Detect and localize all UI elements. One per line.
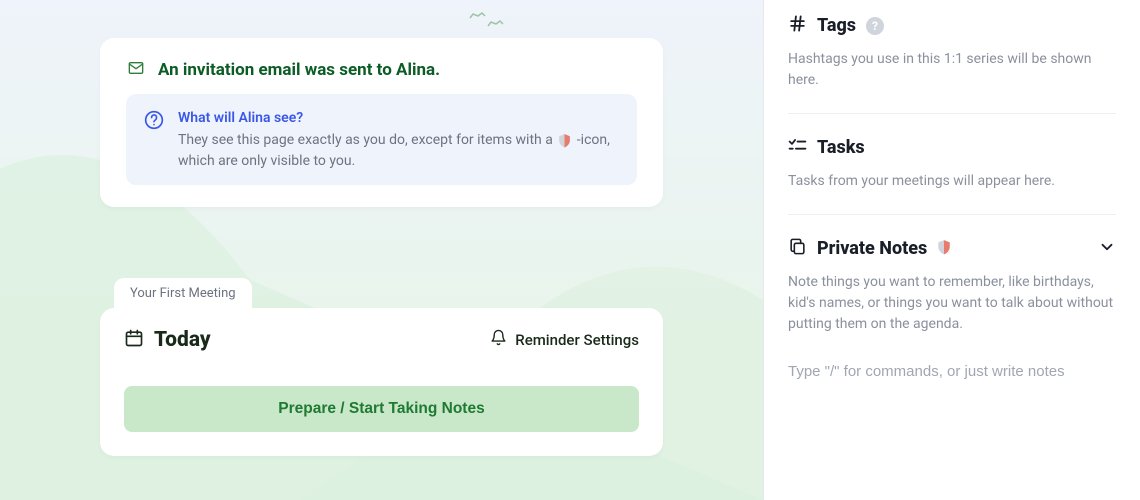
calendar-icon (124, 328, 144, 352)
info-body-pre: They see this page exactly as you do, ex… (178, 132, 556, 148)
meeting-top-row: Today Reminder Settings (124, 328, 639, 352)
reminder-settings-link[interactable]: Reminder Settings (490, 329, 639, 350)
invite-header-text: An invitation email was sent to Alina. (158, 60, 440, 80)
shield-icon (937, 239, 951, 259)
meeting-tab[interactable]: Your First Meeting (114, 278, 252, 309)
prepare-start-notes-button[interactable]: Prepare / Start Taking Notes (124, 386, 639, 432)
private-notes-section: Private Notes Note things you want to re… (788, 215, 1116, 402)
info-box-content: What will Alina see? They see this page … (178, 108, 619, 171)
hashtag-icon (788, 14, 807, 37)
private-description: Note things you want to remember, like b… (788, 272, 1116, 335)
tasks-header: Tasks (788, 136, 1116, 159)
main-area: An invitation email was sent to Alina. W… (0, 0, 763, 500)
invite-card: An invitation email was sent to Alina. W… (100, 38, 663, 207)
private-notes-input[interactable] (788, 363, 1116, 380)
info-box: What will Alina see? They see this page … (126, 94, 637, 185)
help-icon[interactable]: ? (866, 17, 884, 35)
checklist-icon (788, 136, 807, 159)
sidebar: Tags ? Hashtags you use in this 1:1 seri… (763, 0, 1140, 500)
tags-title: Tags (817, 15, 856, 36)
tags-header: Tags ? (788, 14, 1116, 37)
meeting-title: Today (154, 328, 211, 352)
private-header-row[interactable]: Private Notes (788, 237, 1116, 260)
reminder-label: Reminder Settings (515, 331, 639, 349)
copy-icon (788, 237, 807, 260)
question-circle-icon (144, 110, 164, 134)
meeting-card-wrap: Your First Meeting Today Reminder Settin… (100, 277, 663, 456)
shield-icon (558, 133, 571, 148)
tags-description: Hashtags you use in this 1:1 series will… (788, 49, 1116, 91)
info-box-title[interactable]: What will Alina see? (178, 108, 619, 128)
chevron-down-icon[interactable] (1098, 238, 1116, 260)
meeting-card: Today Reminder Settings Prepare / Start … (100, 308, 663, 456)
tasks-title: Tasks (817, 137, 865, 158)
bell-icon (490, 329, 507, 350)
private-header: Private Notes (788, 237, 951, 260)
tasks-description: Tasks from your meetings will appear her… (788, 171, 1116, 192)
tags-section: Tags ? Hashtags you use in this 1:1 seri… (788, 0, 1116, 114)
tasks-section: Tasks Tasks from your meetings will appe… (788, 114, 1116, 215)
envelope-icon (126, 60, 146, 80)
invite-header: An invitation email was sent to Alina. (126, 60, 637, 80)
meeting-title-wrap: Today (124, 328, 211, 352)
private-title: Private Notes (817, 238, 927, 259)
